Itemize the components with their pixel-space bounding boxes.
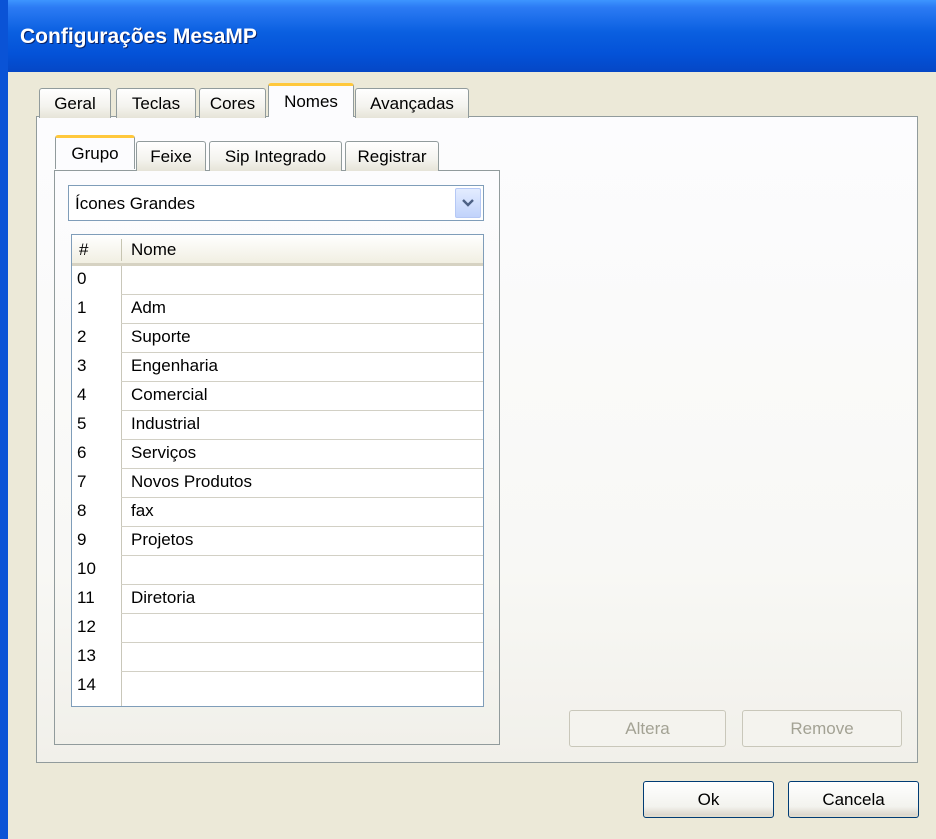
list-row[interactable]: 8 fax [72, 498, 483, 527]
tab-label: Nomes [284, 92, 338, 111]
tab-label: Sip Integrado [224, 147, 327, 166]
list-row[interactable]: 6 Serviços [72, 440, 483, 469]
row-name: Adm [131, 298, 166, 317]
row-name: Projetos [131, 530, 194, 549]
row-number: 6 [77, 443, 87, 462]
row-name: Industrial [131, 414, 200, 433]
button-label: Altera [625, 719, 670, 738]
tab-avancadas[interactable]: Avançadas [355, 88, 469, 118]
group-names-list[interactable]: # Nome 0 1 Adm 2 Suporte 3 Engenharia 4 … [71, 234, 484, 707]
row-number: 11 [77, 588, 95, 607]
row-number: 14 [77, 675, 96, 694]
list-header: # Nome [72, 235, 483, 266]
row-number: 9 [77, 530, 87, 549]
list-row[interactable]: 10 [72, 556, 483, 585]
button-label: Remove [790, 719, 854, 738]
tab-grupo[interactable]: Grupo [55, 135, 135, 169]
row-name: Serviços [131, 443, 197, 462]
column-separator[interactable] [121, 239, 122, 261]
row-name: Diretoria [131, 588, 196, 607]
altera-button[interactable]: Altera [569, 710, 726, 747]
row-number: 0 [77, 269, 87, 288]
tab-label: Geral [54, 94, 96, 113]
remove-button[interactable]: Remove [742, 710, 902, 747]
column-header-number[interactable]: # [79, 240, 88, 260]
row-number: 3 [77, 356, 87, 375]
tab-nomes[interactable]: Nomes [268, 83, 354, 117]
list-row[interactable]: 2 Suporte [72, 324, 483, 353]
list-row[interactable]: 13 [72, 643, 483, 672]
row-name: Engenharia [131, 356, 218, 375]
tab-label: Avançadas [370, 94, 454, 113]
window-border [0, 0, 8, 839]
list-row[interactable]: 14 [72, 672, 483, 701]
button-label: Ok [697, 790, 720, 809]
row-number: 10 [77, 559, 96, 578]
ok-button[interactable]: Ok [643, 781, 774, 818]
tab-teclas[interactable]: Teclas [116, 88, 196, 118]
window-title: Configurações MesaMP [20, 25, 257, 48]
column-header-name[interactable]: Nome [131, 240, 176, 260]
list-row[interactable]: 4 Comercial [72, 382, 483, 411]
list-row[interactable]: 11 Diretoria [72, 585, 483, 614]
view-mode-select[interactable]: Ícones Grandes [68, 185, 484, 221]
tab-registrar[interactable]: Registrar [345, 141, 439, 171]
row-number: 7 [77, 472, 87, 491]
tab-sip-integrado[interactable]: Sip Integrado [209, 141, 342, 171]
list-row[interactable]: 0 [72, 266, 483, 295]
list-row[interactable]: 9 Projetos [72, 527, 483, 556]
row-number: 1 [77, 298, 87, 317]
row-name: Novos Produtos [131, 472, 252, 491]
row-name: Comercial [131, 385, 208, 404]
row-number: 4 [77, 385, 87, 404]
list-row[interactable]: 12 [72, 614, 483, 643]
row-number: 8 [77, 501, 87, 520]
tab-feixe[interactable]: Feixe [136, 141, 206, 171]
tab-label: Registrar [357, 147, 427, 166]
view-mode-value: Ícones Grandes [75, 194, 196, 213]
tab-cores[interactable]: Cores [199, 88, 266, 118]
button-label: Cancela [822, 790, 885, 809]
tab-label: Grupo [71, 144, 119, 163]
list-row[interactable]: 7 Novos Produtos [72, 469, 483, 498]
row-number: 12 [77, 617, 96, 636]
chevron-down-icon [462, 199, 474, 207]
row-number: 13 [77, 646, 96, 665]
dropdown-button[interactable] [455, 188, 481, 218]
list-row[interactable]: 5 Industrial [72, 411, 483, 440]
tab-label: Teclas [131, 94, 181, 113]
title-bar[interactable]: Configurações MesaMP [8, 0, 936, 72]
row-name: fax [131, 501, 154, 520]
cancela-button[interactable]: Cancela [788, 781, 919, 818]
row-number: 5 [77, 414, 87, 433]
tab-label: Cores [209, 94, 256, 113]
tab-geral[interactable]: Geral [39, 88, 111, 118]
tab-label: Feixe [150, 147, 192, 166]
list-row[interactable]: 3 Engenharia [72, 353, 483, 382]
row-number: 2 [77, 327, 87, 346]
list-row[interactable]: 1 Adm [72, 295, 483, 324]
row-name: Suporte [131, 327, 191, 346]
